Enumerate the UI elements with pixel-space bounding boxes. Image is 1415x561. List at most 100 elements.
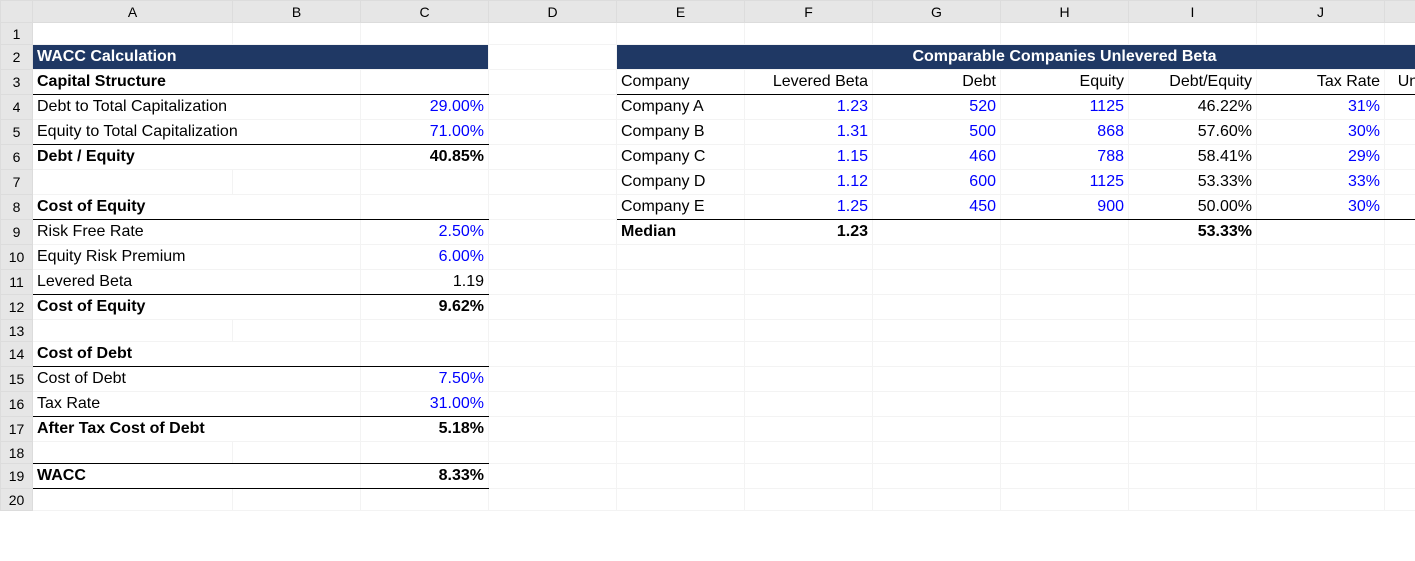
wacc-label[interactable]: WACC <box>33 464 361 489</box>
cell-i16[interactable] <box>1129 392 1257 417</box>
cell-c20[interactable] <box>361 489 489 511</box>
spreadsheet-grid[interactable]: A B C D E F G H I J K 1 2 WACC Calculati… <box>0 0 1415 511</box>
comp-a-equity[interactable]: 1125 <box>1001 95 1129 120</box>
cell-h14[interactable] <box>1001 342 1129 367</box>
cell-d13[interactable] <box>489 320 617 342</box>
cell-d3[interactable] <box>489 70 617 95</box>
cell-a18[interactable] <box>33 442 233 464</box>
cell-d7[interactable] <box>489 170 617 195</box>
cell-e20[interactable] <box>617 489 745 511</box>
erp-label[interactable]: Equity Risk Premium <box>33 245 361 270</box>
comp-c-debt[interactable]: 460 <box>873 145 1001 170</box>
cell-a7[interactable] <box>33 170 233 195</box>
comp-b-de[interactable]: 57.60% <box>1129 120 1257 145</box>
coe-label[interactable]: Cost of Equity <box>33 295 361 320</box>
cell-h13[interactable] <box>1001 320 1129 342</box>
comp-c-de[interactable]: 58.41% <box>1129 145 1257 170</box>
cell-g11[interactable] <box>873 270 1001 295</box>
cell-g10[interactable] <box>873 245 1001 270</box>
cell-g1[interactable] <box>873 23 1001 45</box>
cell-b1[interactable] <box>233 23 361 45</box>
cell-f17[interactable] <box>745 417 873 442</box>
cell-e16[interactable] <box>617 392 745 417</box>
cell-d5[interactable] <box>489 120 617 145</box>
cell-e11[interactable] <box>617 270 745 295</box>
cell-e1[interactable] <box>617 23 745 45</box>
cell-d4[interactable] <box>489 95 617 120</box>
atcod-val[interactable]: 5.18% <box>361 417 489 442</box>
col-header-j[interactable]: J <box>1257 1 1385 23</box>
cell-h12[interactable] <box>1001 295 1129 320</box>
lb-label[interactable]: Levered Beta <box>33 270 361 295</box>
median-lbeta[interactable]: 1.23 <box>745 220 873 245</box>
comp-b-debt[interactable]: 500 <box>873 120 1001 145</box>
row-header-5[interactable]: 5 <box>1 120 33 145</box>
tax-val[interactable]: 31.00% <box>361 392 489 417</box>
cell-g13[interactable] <box>873 320 1001 342</box>
cell-j12[interactable] <box>1257 295 1385 320</box>
cell-a13[interactable] <box>33 320 233 342</box>
cell-c1[interactable] <box>361 23 489 45</box>
cell-h1[interactable] <box>1001 23 1129 45</box>
row-header-9[interactable]: 9 <box>1 220 33 245</box>
row-header-8[interactable]: 8 <box>1 195 33 220</box>
cell-d10[interactable] <box>489 245 617 270</box>
cell-k14[interactable] <box>1385 342 1415 367</box>
row-header-3[interactable]: 3 <box>1 70 33 95</box>
comp-e-name[interactable]: Company E <box>617 195 745 220</box>
cell-f10[interactable] <box>745 245 873 270</box>
cell-i18[interactable] <box>1129 442 1257 464</box>
cell-j20[interactable] <box>1257 489 1385 511</box>
comp-d-lbeta[interactable]: 1.12 <box>745 170 873 195</box>
col-header-d[interactable]: D <box>489 1 617 23</box>
comp-e-ubeta[interactable]: 0.93 <box>1385 195 1415 220</box>
cell-j1[interactable] <box>1257 23 1385 45</box>
comps-col-company[interactable]: Company <box>617 70 745 95</box>
cell-b7[interactable] <box>233 170 361 195</box>
median-de[interactable]: 53.33% <box>1129 220 1257 245</box>
cell-k16[interactable] <box>1385 392 1415 417</box>
comp-e-de[interactable]: 50.00% <box>1129 195 1257 220</box>
column-headers[interactable]: A B C D E F G H I J K <box>1 1 1415 23</box>
comps-col-ubeta[interactable]: Unlevered Beta <box>1385 70 1415 95</box>
comp-c-name[interactable]: Company C <box>617 145 745 170</box>
cell-h15[interactable] <box>1001 367 1129 392</box>
comp-a-tax[interactable]: 31% <box>1257 95 1385 120</box>
cell-h9[interactable] <box>1001 220 1129 245</box>
cell-j11[interactable] <box>1257 270 1385 295</box>
cell-a20[interactable] <box>33 489 233 511</box>
cell-e18[interactable] <box>617 442 745 464</box>
cell-k11[interactable] <box>1385 270 1415 295</box>
cod-label[interactable]: Cost of Debt <box>33 367 361 392</box>
cell-k19[interactable] <box>1385 464 1415 489</box>
comp-e-lbeta[interactable]: 1.25 <box>745 195 873 220</box>
cell-k20[interactable] <box>1385 489 1415 511</box>
col-header-k[interactable]: K <box>1385 1 1415 23</box>
comp-c-equity[interactable]: 788 <box>1001 145 1129 170</box>
comp-d-equity[interactable]: 1125 <box>1001 170 1129 195</box>
row-header-10[interactable]: 10 <box>1 245 33 270</box>
cell-i1[interactable] <box>1129 23 1257 45</box>
comp-a-name[interactable]: Company A <box>617 95 745 120</box>
cell-k12[interactable] <box>1385 295 1415 320</box>
cell-g18[interactable] <box>873 442 1001 464</box>
cell-j16[interactable] <box>1257 392 1385 417</box>
comp-c-lbeta[interactable]: 1.15 <box>745 145 873 170</box>
comp-d-name[interactable]: Company D <box>617 170 745 195</box>
row-header-4[interactable]: 4 <box>1 95 33 120</box>
comps-col-debt[interactable]: Debt <box>873 70 1001 95</box>
cell-d20[interactable] <box>489 489 617 511</box>
wacc-title[interactable]: WACC Calculation <box>33 45 489 70</box>
comp-b-name[interactable]: Company B <box>617 120 745 145</box>
comps-col-lbeta[interactable]: Levered Beta <box>745 70 873 95</box>
cell-i13[interactable] <box>1129 320 1257 342</box>
cell-f19[interactable] <box>745 464 873 489</box>
select-all-corner[interactable] <box>1 1 33 23</box>
cell-d14[interactable] <box>489 342 617 367</box>
cell-i20[interactable] <box>1129 489 1257 511</box>
cell-f15[interactable] <box>745 367 873 392</box>
cell-h10[interactable] <box>1001 245 1129 270</box>
cell-c3[interactable] <box>361 70 489 95</box>
cell-f12[interactable] <box>745 295 873 320</box>
comp-d-de[interactable]: 53.33% <box>1129 170 1257 195</box>
